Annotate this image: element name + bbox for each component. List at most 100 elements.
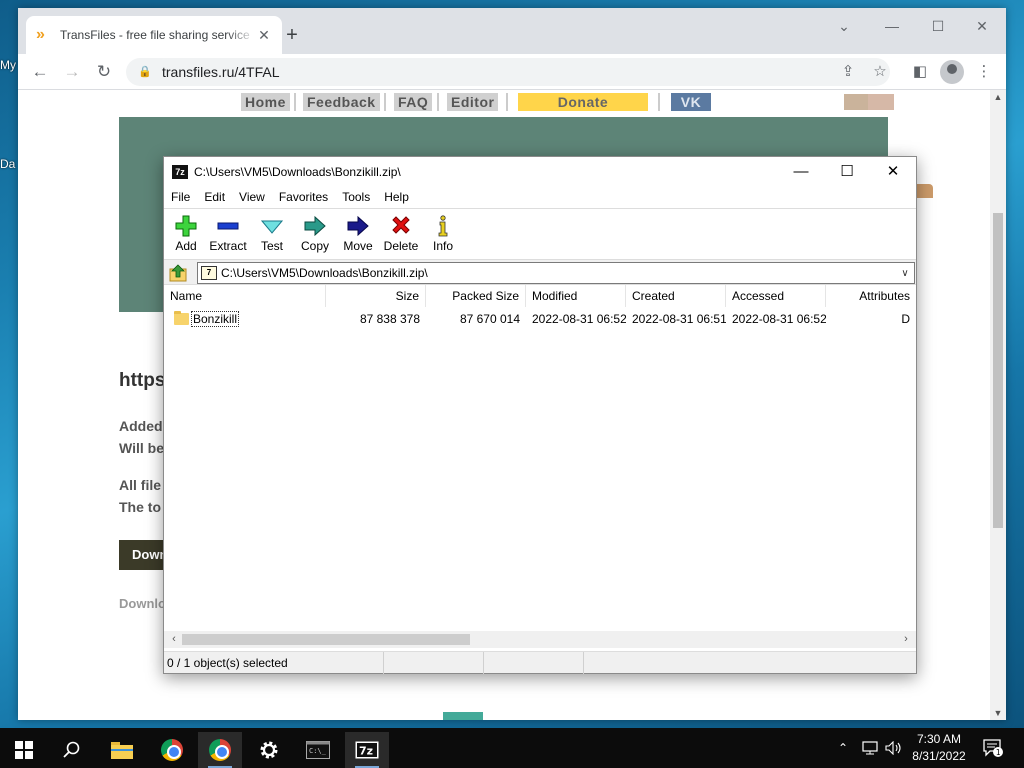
site-nav: Home Feedback FAQ Editor Donate VK: [18, 90, 990, 114]
7zip-path-combobox[interactable]: 7 C:\Users\VM5\Downloads\Bonzikill.zip\ …: [197, 262, 915, 284]
nav-vk[interactable]: VK: [671, 93, 711, 111]
test-button[interactable]: Test: [250, 213, 294, 257]
share-icon[interactable]: ⇪: [836, 60, 860, 84]
status-segment: [584, 652, 916, 674]
taskbar-7zip[interactable]: 7z: [345, 732, 389, 768]
tab-close-icon[interactable]: ✕: [256, 27, 272, 44]
taskbar-terminal[interactable]: C:\_: [296, 732, 340, 768]
menu-edit[interactable]: Edit: [197, 187, 232, 207]
status-bar: 0 / 1 object(s) selected: [164, 651, 916, 674]
test-check-icon: [261, 220, 283, 234]
add-label: Add: [175, 239, 197, 253]
nav-feedback[interactable]: Feedback: [303, 93, 380, 111]
row-name-cell[interactable]: Bonzikill: [168, 309, 326, 329]
extract-button[interactable]: Extract: [206, 213, 250, 257]
close-window-button[interactable]: ✕: [870, 157, 916, 187]
browser-tab[interactable]: » TransFiles - free file sharing service…: [26, 16, 282, 54]
nav-separator: [506, 93, 508, 111]
forward-icon[interactable]: →: [60, 60, 84, 84]
notification-center[interactable]: 1: [982, 728, 1004, 768]
chevron-down-icon[interactable]: ∨: [896, 268, 914, 279]
scroll-left-icon[interactable]: ‹: [166, 631, 182, 648]
info-button[interactable]: Info: [421, 213, 465, 257]
scroll-down-icon[interactable]: ▼: [990, 708, 1006, 718]
taskbar-chrome[interactable]: [150, 732, 194, 768]
terminal-icon: C:\_: [306, 741, 330, 759]
tab-search-icon[interactable]: ⌄: [824, 14, 864, 38]
download-button[interactable]: Down: [119, 540, 169, 570]
taskbar-file-explorer[interactable]: [100, 732, 144, 768]
info-label: Info: [432, 239, 453, 253]
profile-avatar[interactable]: [940, 60, 964, 84]
delete-button[interactable]: Delete: [379, 213, 423, 257]
folder-icon: [174, 311, 189, 325]
taskbar-chrome-active[interactable]: [198, 732, 242, 768]
minimize-button[interactable]: —: [778, 157, 824, 187]
nav-separator: [658, 93, 660, 111]
menu-help[interactable]: Help: [377, 187, 416, 207]
language-flags-icon[interactable]: [844, 94, 894, 110]
menu-kebab-icon[interactable]: ⋮: [972, 60, 996, 84]
back-icon[interactable]: ←: [28, 60, 52, 84]
scroll-right-icon[interactable]: ›: [898, 631, 914, 648]
nav-home[interactable]: Home: [241, 93, 290, 111]
add-button[interactable]: Add: [164, 213, 208, 257]
side-panel-icon[interactable]: ◧: [908, 60, 932, 84]
column-header-packed-size[interactable]: Packed Size: [426, 285, 526, 307]
desktop-icon-label[interactable]: My: [0, 58, 16, 72]
delete-label: Delete: [383, 239, 419, 253]
7zip-window: 7z C:\Users\VM5\Downloads\Bonzikill.zip\…: [163, 156, 917, 674]
system-clock[interactable]: 7:30 AM 8/31/2022: [906, 731, 972, 765]
maximize-button[interactable]: ☐: [918, 14, 958, 38]
new-tab-button[interactable]: +: [278, 22, 306, 50]
page-scrollbar[interactable]: ▲ ▼: [990, 90, 1006, 720]
address-bar[interactable]: 🔒 transfiles.ru/4TFAL: [126, 58, 890, 86]
bookmark-star-icon[interactable]: ☆: [868, 60, 892, 84]
row-attributes: D: [901, 312, 910, 326]
taskbar-settings[interactable]: [247, 732, 291, 768]
column-header-modified[interactable]: Modified: [526, 285, 626, 307]
network-icon[interactable]: [862, 728, 880, 768]
scrollbar-thumb[interactable]: [182, 634, 470, 645]
column-header-name[interactable]: Name: [164, 285, 326, 307]
reload-icon[interactable]: ↻: [92, 60, 116, 84]
menu-view[interactable]: View: [232, 187, 272, 207]
column-header-attributes[interactable]: Attributes: [826, 285, 916, 307]
browser-toolbar: ← → ↻ 🔒 transfiles.ru/4TFAL ⇪ ☆ ◧ ⋮: [18, 54, 1006, 90]
row-packed-size: 87 670 014: [459, 312, 520, 326]
copy-button[interactable]: Copy: [293, 213, 337, 257]
file-explorer-icon: [111, 742, 133, 759]
maximize-button[interactable]: ☐: [824, 157, 870, 187]
nav-separator: [437, 93, 439, 111]
7zip-app-icon: 7z: [172, 165, 188, 179]
test-label: Test: [260, 239, 283, 253]
move-button[interactable]: Move: [336, 213, 380, 257]
file-list[interactable]: Name Size Packed Size Modified Created A…: [164, 285, 916, 631]
scroll-up-icon[interactable]: ▲: [990, 92, 1006, 102]
horizontal-scrollbar[interactable]: ‹ ›: [164, 631, 916, 648]
page-text: The to: [119, 499, 161, 515]
archive-icon: 7: [201, 266, 217, 280]
folder-up-icon[interactable]: [168, 263, 190, 283]
menu-favorites[interactable]: Favorites: [272, 187, 335, 207]
nav-donate[interactable]: Donate: [518, 93, 648, 111]
extract-label: Extract: [209, 239, 247, 253]
menu-file[interactable]: File: [164, 187, 197, 207]
desktop-icon-label[interactable]: Da: [0, 157, 15, 171]
page-heading: https: [119, 370, 166, 391]
nav-faq[interactable]: FAQ: [394, 93, 433, 111]
page-footer-tab: [443, 712, 483, 720]
column-header-accessed[interactable]: Accessed: [726, 285, 826, 307]
download-link[interactable]: Downlo: [119, 596, 166, 611]
tray-chevron-icon[interactable]: ⌃: [838, 728, 848, 768]
minimize-button[interactable]: —: [872, 14, 912, 38]
search-button[interactable]: [50, 732, 94, 768]
nav-editor[interactable]: Editor: [447, 93, 499, 111]
scrollbar-thumb[interactable]: [993, 213, 1003, 528]
column-header-size[interactable]: Size: [326, 285, 426, 307]
start-button[interactable]: [2, 732, 46, 768]
close-window-button[interactable]: ✕: [962, 14, 1002, 38]
volume-icon[interactable]: [885, 728, 903, 768]
menu-tools[interactable]: Tools: [335, 187, 377, 207]
column-header-created[interactable]: Created: [626, 285, 726, 307]
